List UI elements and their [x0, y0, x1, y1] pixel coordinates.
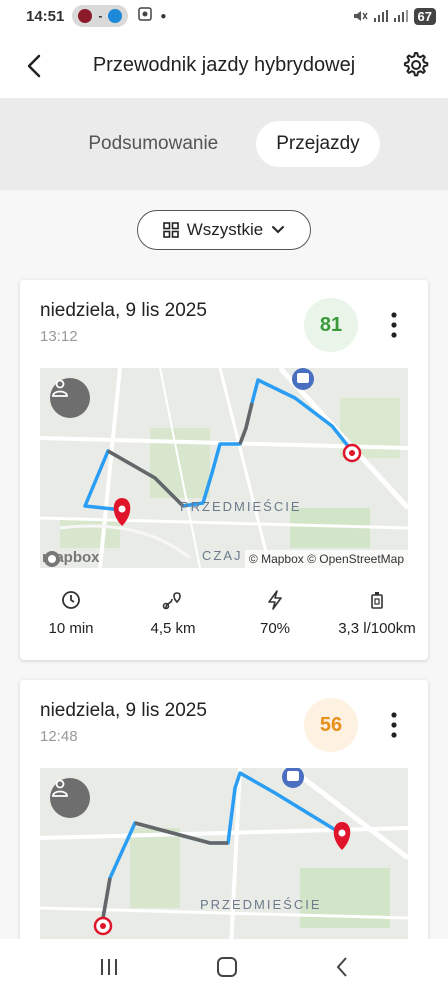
grid-icon [162, 222, 179, 238]
screenshot-icon [138, 7, 153, 25]
status-bar: 14:51 - ● 67 [0, 0, 448, 32]
trip-card[interactable]: niedziela, 9 lis 2025 12:48 56 PRZEDMIEŚ… [20, 680, 428, 939]
driver-button[interactable] [50, 778, 90, 818]
gear-icon [403, 52, 429, 77]
person-icon [52, 779, 68, 797]
dash-icon: - [98, 9, 103, 23]
more-vertical-icon [391, 712, 397, 738]
map-district-label: PRZEDMIEŚCIE [200, 897, 322, 912]
dot-icon: ● [160, 10, 167, 22]
status-right: 67 [352, 7, 436, 25]
app-icon [78, 9, 93, 23]
filter-dropdown[interactable]: Wszystkie [137, 210, 311, 250]
back-icon [336, 956, 348, 977]
route-icon [162, 592, 181, 610]
signal-icon [373, 10, 388, 22]
stat-distance: 4,5 km [122, 590, 224, 650]
mapbox-logo: mapbox [42, 549, 100, 567]
more-options-button[interactable] [380, 300, 408, 350]
trip-card[interactable]: niedziela, 9 lis 2025 13:12 81 PRZEDMIEŚ… [20, 280, 428, 660]
trip-stats: 10 min 4,5 km 70% 3,3 l/100km [20, 590, 428, 650]
home-icon [216, 956, 237, 977]
map-area-label: CZAJ [202, 548, 243, 563]
stat-value: 70% [259, 620, 291, 637]
settings-button[interactable] [398, 48, 432, 82]
filter-label: Wszystkie [186, 220, 264, 239]
map-district-label: PRZEDMIEŚCIE [180, 499, 302, 514]
trip-date: niedziela, 9 lis 2025 [40, 300, 207, 321]
more-options-button[interactable] [380, 700, 408, 750]
recent-apps-icon [100, 958, 117, 975]
notification-pill: - [72, 5, 129, 27]
tab-bar: Podsumowanie Przejazdy [0, 98, 448, 190]
mapbox-icon [44, 551, 60, 567]
stat-fuel: 3,3 l/100km [326, 590, 428, 650]
signal-icon [393, 10, 408, 22]
bolt-icon [268, 590, 282, 610]
trips-list[interactable]: Wszystkie niedziela, 9 lis 2025 13:12 81 [0, 190, 448, 939]
page-title: Przewodnik jazdy hybrydowej [92, 53, 356, 76]
system-nav-bar [0, 939, 448, 999]
system-back-button[interactable] [335, 956, 349, 983]
status-time: 14:51 [26, 7, 65, 25]
home-button[interactable] [216, 956, 238, 983]
more-vertical-icon [391, 312, 397, 338]
eco-score-badge: 56 [304, 698, 358, 752]
driver-button[interactable] [50, 378, 90, 418]
tab-przejazdy[interactable]: Przejazdy [256, 121, 380, 167]
trip-time: 12:48 [40, 728, 78, 745]
stat-value: 4,5 km [150, 620, 196, 637]
app-icon [108, 9, 123, 23]
trip-map[interactable]: PRZEDMIEŚCIE [40, 768, 408, 939]
clock-icon [62, 591, 80, 609]
battery-indicator: 67 [413, 7, 436, 25]
map-background [40, 368, 408, 568]
app-header: Przewodnik jazdy hybrydowej [0, 32, 448, 98]
mute-icon [353, 11, 368, 21]
map-attribution[interactable]: © Mapbox © OpenStreetMap [244, 550, 408, 568]
trip-time: 13:12 [40, 328, 78, 345]
stat-value: 3,3 l/100km [338, 620, 416, 637]
recent-apps-button[interactable] [99, 957, 119, 982]
stat-value: 10 min [48, 620, 94, 637]
map-background [40, 768, 408, 939]
stat-electric: 70% [224, 590, 326, 650]
person-icon [52, 379, 68, 397]
trip-date: niedziela, 9 lis 2025 [40, 700, 207, 721]
fuel-icon [371, 592, 383, 609]
eco-score-badge: 81 [304, 298, 358, 352]
tab-podsumowanie[interactable]: Podsumowanie [68, 121, 238, 167]
trip-map[interactable]: PRZEDMIEŚCIE CZAJ mapbox © Mapbox © Open… [40, 368, 408, 568]
stat-duration: 10 min [20, 590, 122, 650]
chevron-down-icon [272, 226, 285, 234]
